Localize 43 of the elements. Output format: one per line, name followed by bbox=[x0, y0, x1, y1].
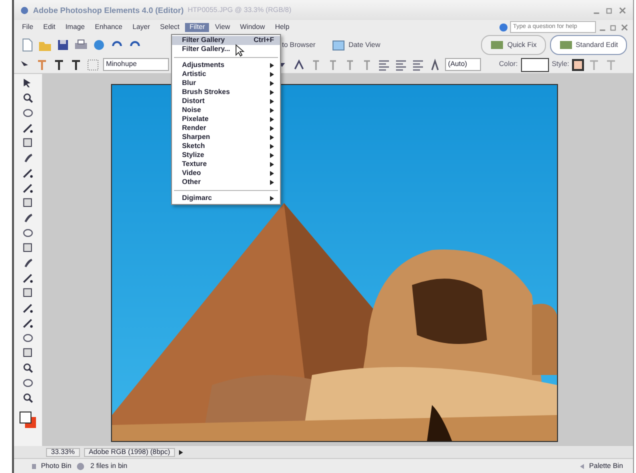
print-icon[interactable] bbox=[74, 38, 88, 52]
pen-icon[interactable] bbox=[22, 122, 34, 134]
text-tool-icon[interactable] bbox=[69, 58, 83, 72]
magnifier-icon[interactable] bbox=[22, 362, 34, 374]
ellipse-icon[interactable] bbox=[22, 107, 34, 119]
pen-icon[interactable] bbox=[22, 317, 34, 329]
photo-icon bbox=[558, 38, 573, 52]
ellipse-icon[interactable] bbox=[22, 377, 34, 389]
submenu-arrow-icon bbox=[270, 196, 274, 201]
brush-icon[interactable] bbox=[22, 212, 34, 224]
ellipse-icon[interactable] bbox=[22, 332, 34, 344]
pen-icon[interactable] bbox=[22, 182, 34, 194]
square-icon[interactable] bbox=[22, 347, 34, 359]
square-icon[interactable] bbox=[22, 287, 34, 299]
new-file-icon[interactable] bbox=[20, 38, 34, 52]
close-icon[interactable] bbox=[620, 22, 629, 32]
color-swatch[interactable] bbox=[520, 58, 549, 72]
close-icon[interactable] bbox=[618, 6, 627, 14]
save-icon[interactable] bbox=[56, 38, 70, 52]
pen-icon[interactable] bbox=[22, 167, 34, 179]
pen-icon[interactable] bbox=[22, 302, 34, 314]
magnifier-icon[interactable] bbox=[22, 92, 34, 104]
app-icon bbox=[20, 6, 29, 14]
color-swatches-icon[interactable] bbox=[19, 411, 37, 429]
align-icon[interactable] bbox=[377, 58, 391, 72]
window-title: Adobe Photoshop Elements 4.0 (Editor) bbox=[33, 6, 184, 14]
align-icon[interactable] bbox=[411, 58, 425, 72]
magnifier-icon[interactable] bbox=[22, 392, 34, 404]
square-icon[interactable] bbox=[22, 242, 34, 254]
calendar-icon bbox=[331, 38, 346, 52]
cursor-icon bbox=[235, 44, 245, 57]
brush-icon[interactable] bbox=[22, 152, 34, 164]
brush-icon[interactable] bbox=[22, 257, 34, 269]
style-swatch[interactable] bbox=[572, 58, 584, 70]
help-icon[interactable] bbox=[499, 22, 508, 32]
square-icon[interactable] bbox=[22, 197, 34, 209]
align-icon[interactable] bbox=[394, 58, 408, 72]
play-icon[interactable] bbox=[179, 450, 184, 454]
ellipse-icon[interactable] bbox=[22, 227, 34, 239]
pen-icon[interactable] bbox=[22, 272, 34, 284]
text-tool-icon[interactable] bbox=[52, 58, 66, 72]
square-icon[interactable] bbox=[22, 137, 34, 149]
photo-icon bbox=[490, 38, 504, 52]
